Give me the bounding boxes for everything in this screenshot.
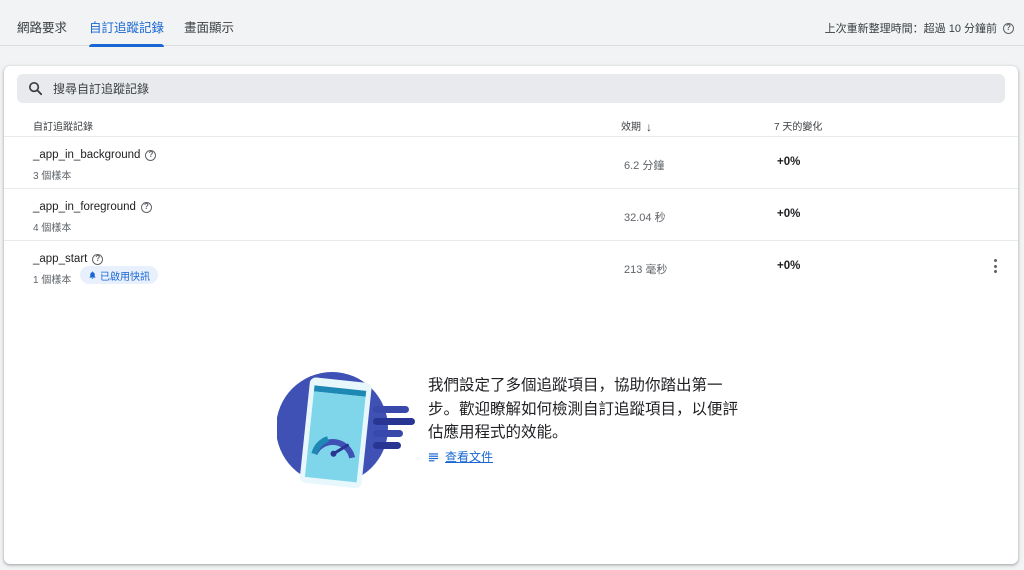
refresh-status-text: 上次重新整理時間：超過 10 分鐘前 [824, 23, 997, 35]
trace-name-label[interactable]: _app_start [33, 253, 87, 265]
view-docs-label[interactable]: 查看文件 [445, 448, 493, 465]
trace-change: +0% [777, 156, 801, 168]
column-header-change: 7 天的變化 [774, 122, 823, 133]
trace-samples: 3 個樣本 [33, 171, 72, 182]
alerts-enabled-badge[interactable]: 已啟用快訊 [80, 266, 158, 284]
column-header-duration-label: 效期 [621, 122, 641, 133]
table-row[interactable]: _app_in_background ? 3 個樣本 6.2 分鐘 +0% [4, 137, 1018, 189]
search-input[interactable] [53, 74, 953, 103]
bell-icon [89, 271, 96, 279]
trace-name: _app_in_background ? [33, 149, 157, 161]
column-header-duration[interactable]: 效期 ↓ [621, 118, 652, 134]
trace-name: _app_in_foreground ? [33, 201, 152, 213]
help-icon[interactable]: ? [1003, 22, 1014, 34]
trace-samples: 1 個樣本 [33, 275, 72, 286]
trace-change: +0% [777, 208, 801, 220]
speedometer-illustration [277, 372, 415, 488]
tab-custom-traces[interactable]: 自訂追蹤記錄 [89, 0, 165, 47]
trace-name-label[interactable]: _app_in_foreground [33, 201, 136, 213]
arrow-down-icon[interactable]: ↓ [646, 120, 652, 134]
table-row[interactable]: _app_in_foreground ? 4 個樣本 32.04 秒 +0% [4, 189, 1018, 241]
trace-name-label[interactable]: _app_in_background [33, 149, 140, 161]
trace-duration: 213 毫秒 [624, 264, 668, 276]
tab-network-requests[interactable]: 網路要求 [17, 0, 67, 46]
table-row[interactable]: _app_start ? 1 個樣本 已啟用快訊 213 毫秒 +0% [4, 241, 1018, 293]
document-icon [428, 452, 439, 461]
help-icon[interactable]: ? [140, 201, 152, 213]
trace-change: +0% [777, 260, 801, 272]
view-docs-link[interactable]: 查看文件 [428, 448, 493, 465]
trace-duration: 6.2 分鐘 [624, 160, 665, 172]
trace-name: _app_start ? [33, 253, 104, 265]
trace-duration: 32.04 秒 [624, 212, 666, 224]
search-icon [28, 81, 43, 96]
trace-samples: 4 個樣本 [33, 223, 72, 234]
alerts-enabled-label: 已啟用快訊 [100, 271, 150, 283]
help-icon[interactable]: ? [92, 253, 104, 265]
tab-bar: 網路要求 自訂追蹤記錄 畫面顯示 上次重新整理時間：超過 10 分鐘前 ? [0, 0, 1024, 47]
table-header: 自訂追蹤記錄 效期 ↓ 7 天的變化 [4, 110, 1018, 137]
help-icon[interactable]: ? [145, 149, 157, 161]
traces-card: 自訂追蹤記錄 效期 ↓ 7 天的變化 _app_in_background ? 3… [4, 66, 1018, 564]
empty-state-message: 我們設定了多個追蹤項目，協助你踏出第一步。歡迎瞭解如何檢測自訂追蹤項目，以便評估… [428, 377, 739, 441]
more-vert-icon[interactable] [989, 259, 1001, 275]
tab-screen-rendering[interactable]: 畫面顯示 [184, 0, 234, 46]
refresh-status: 上次重新整理時間：超過 10 分鐘前 ? [825, 20, 1014, 36]
search-bar [17, 74, 1005, 103]
column-header-name: 自訂追蹤記錄 [33, 122, 93, 133]
